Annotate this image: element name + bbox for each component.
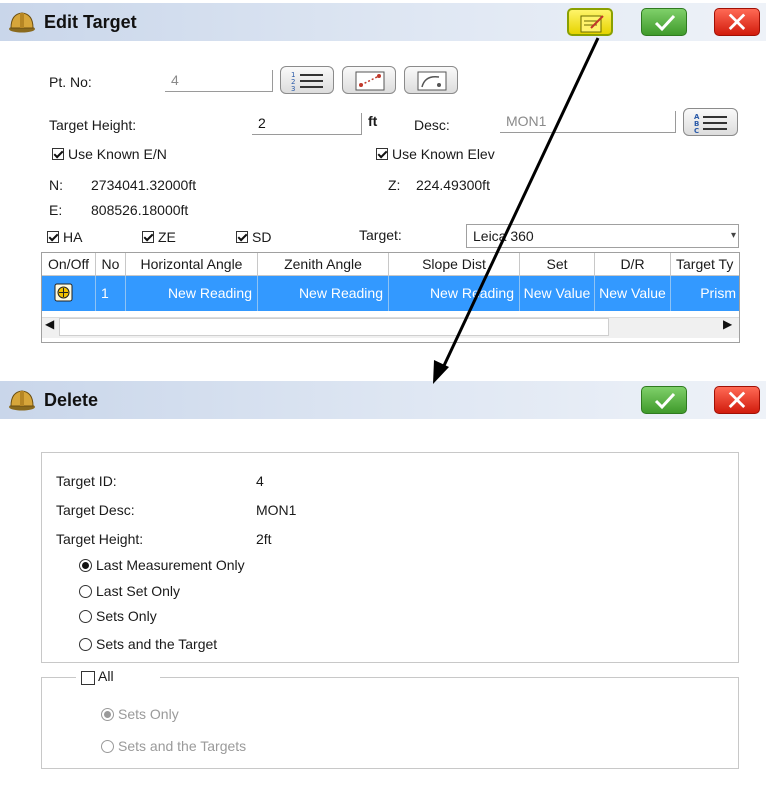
target-height-unit: ft	[368, 113, 378, 129]
z-label: Z:	[388, 177, 401, 193]
delete-close-button[interactable]: ✕	[714, 384, 760, 417]
target-height-label: Target Height:	[56, 531, 144, 547]
use-known-elev-checkbox[interactable]	[376, 148, 388, 160]
n-value: 2734041.32000ft	[91, 177, 197, 193]
checkmark-icon	[654, 392, 676, 410]
delete-titlebar: Delete ✕	[0, 381, 766, 419]
col-header-onoff[interactable]: On/Off	[42, 253, 96, 275]
e-label: E:	[49, 202, 63, 218]
scroll-right-arrow-icon[interactable]: ▶	[723, 317, 732, 331]
close-icon: ✕	[725, 384, 749, 417]
edit-target-title: Edit Target	[44, 12, 137, 32]
option-sets-only-label: Sets Only	[96, 608, 157, 624]
radio-last-set-only[interactable]	[79, 585, 92, 598]
use-known-en-label: Use Known E/N	[68, 146, 167, 162]
radio-last-measurement-only[interactable]	[79, 559, 92, 572]
cell-set[interactable]: New Value	[520, 276, 595, 311]
cell-dr[interactable]: New Value	[595, 276, 671, 311]
use-known-elev-label: Use Known Elev	[392, 146, 495, 162]
target-height-input[interactable]: 2	[252, 113, 362, 135]
map-points-icon	[355, 71, 385, 91]
ha-checkbox[interactable]	[47, 231, 59, 243]
col-header-target-type[interactable]: Target Ty	[671, 253, 739, 275]
svg-text:3: 3	[291, 85, 295, 93]
notepad-icon	[580, 15, 604, 33]
numbered-list-icon: 1 2 3	[291, 71, 323, 93]
all-option-sets-only-label: Sets Only	[118, 706, 179, 722]
col-header-dr[interactable]: D/R	[595, 253, 671, 275]
n-label: N:	[49, 177, 63, 193]
target-select[interactable]: Leica 360 ▾	[466, 224, 739, 248]
cell-onoff[interactable]	[42, 276, 96, 311]
desc-label: Desc:	[414, 117, 450, 133]
target-label: Target:	[359, 227, 402, 243]
scroll-left-arrow-icon[interactable]: ◀	[45, 317, 54, 331]
curve-button[interactable]	[404, 66, 458, 94]
svg-text:C: C	[694, 127, 699, 135]
delete-ok-button[interactable]	[641, 386, 687, 414]
horizontal-scrollbar[interactable]: ◀ ▶	[42, 313, 739, 340]
close-icon: ✕	[725, 6, 749, 39]
ze-checkbox[interactable]	[142, 231, 154, 243]
edit-target-titlebar: Edit Target ✕	[0, 3, 766, 41]
target-desc-label: Target Desc:	[56, 502, 135, 518]
col-header-slope-dist[interactable]: Slope Dist	[389, 253, 520, 275]
target-id-value: 4	[256, 473, 264, 489]
option-last-set-only-label: Last Set Only	[96, 583, 181, 599]
curve-icon	[417, 71, 447, 91]
desc-field[interactable]: MON1	[500, 111, 676, 133]
sd-checkbox[interactable]	[236, 231, 248, 243]
delete-title: Delete	[44, 390, 99, 410]
notes-button[interactable]	[567, 8, 613, 36]
target-select-value: Leica 360	[473, 228, 534, 244]
grid-header: On/Off No Horizontal Angle Zenith Angle …	[42, 253, 739, 276]
radio-sets-and-target[interactable]	[79, 638, 92, 651]
sd-label: SD	[252, 229, 272, 245]
option-last-measurement-only-label: Last Measurement Only	[96, 557, 245, 573]
e-value: 808526.18000ft	[91, 202, 189, 218]
target-id-label: Target ID:	[56, 473, 117, 489]
col-header-no[interactable]: No	[96, 253, 126, 275]
edit-target-ok-button[interactable]	[641, 8, 687, 36]
pt-no-label: Pt. No:	[49, 74, 92, 90]
abc-list-icon: A B C	[694, 113, 727, 135]
cell-horizontal-angle[interactable]: New Reading	[126, 276, 258, 311]
target-toggle-icon	[54, 283, 73, 302]
col-header-horizontal-angle[interactable]: Horizontal Angle	[126, 253, 258, 275]
cell-no: 1	[96, 276, 126, 311]
scrollbar-thumb[interactable]	[59, 318, 609, 336]
edit-target-close-button[interactable]: ✕	[714, 6, 760, 39]
ze-label: ZE	[158, 229, 176, 245]
pt-no-field[interactable]: 4	[165, 70, 273, 92]
target-desc-value: MON1	[256, 502, 297, 518]
use-known-en-checkbox[interactable]	[52, 148, 64, 160]
map-select-button[interactable]	[342, 66, 396, 94]
hard-hat-icon	[9, 12, 35, 33]
cell-target-type[interactable]: Prism	[671, 276, 739, 311]
all-label: All	[98, 668, 114, 684]
ha-label: HA	[63, 229, 83, 245]
col-header-zenith-angle[interactable]: Zenith Angle	[258, 253, 389, 275]
target-height-value: 2ft	[256, 531, 272, 547]
radio-sets-only[interactable]	[79, 610, 92, 623]
cell-zenith-angle[interactable]: New Reading	[258, 276, 389, 311]
dropdown-arrow-icon: ▾	[730, 230, 736, 241]
radio-all-sets-and-targets[interactable]	[101, 740, 114, 753]
col-header-set[interactable]: Set	[520, 253, 595, 275]
target-height-label: Target Height:	[49, 117, 137, 133]
table-row[interactable]: 1 New Reading New Reading New Reading Ne…	[42, 276, 739, 311]
measurement-grid: On/Off No Horizontal Angle Zenith Angle …	[41, 252, 740, 343]
cell-slope-dist[interactable]: New Reading	[389, 276, 520, 311]
option-sets-and-target-label: Sets and the Target	[96, 636, 218, 652]
point-list-button[interactable]: 1 2 3	[280, 66, 334, 94]
z-value: 224.49300ft	[416, 177, 490, 193]
all-checkbox[interactable]	[81, 671, 95, 685]
radio-all-sets-only[interactable]	[101, 708, 114, 721]
description-list-button[interactable]: A B C	[683, 108, 738, 136]
hard-hat-icon	[9, 390, 35, 411]
all-group	[41, 677, 739, 769]
all-option-sets-and-targets-label: Sets and the Targets	[118, 738, 247, 754]
checkmark-icon	[654, 14, 676, 32]
